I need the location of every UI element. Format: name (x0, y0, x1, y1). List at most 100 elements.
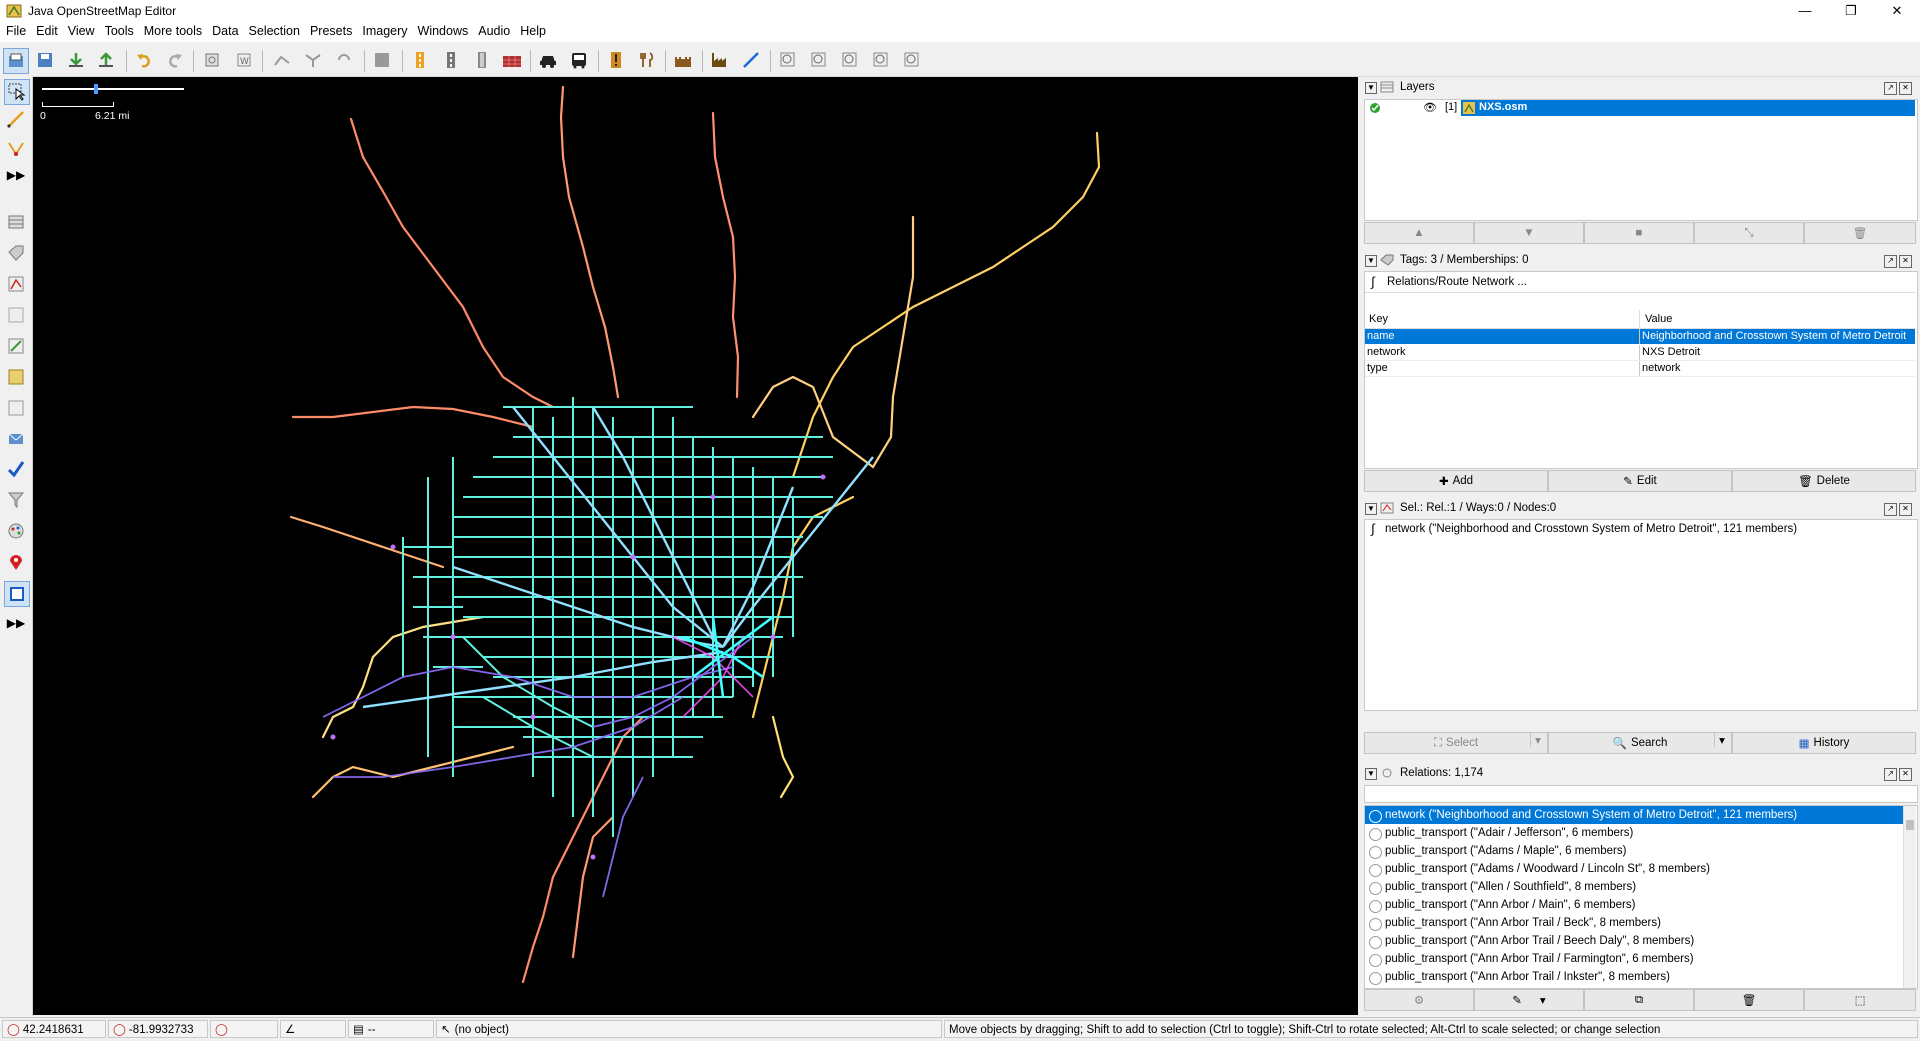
relation-item[interactable]: public_transport ("Ann Arbor Trail / Far… (1365, 950, 1903, 968)
delete-layer-icon[interactable]: 🗑 (1804, 222, 1916, 244)
move-down-icon[interactable]: ▼ (1474, 222, 1584, 244)
menu-edit[interactable]: Edit (30, 22, 62, 42)
menu-help[interactable]: Help (514, 22, 550, 42)
mode-icon[interactable]: W (232, 48, 256, 72)
layer-name-cell[interactable]: NXS.osm (1461, 100, 1915, 116)
draw-mode-icon[interactable] (4, 107, 28, 131)
menu-selection[interactable]: Selection (243, 22, 304, 42)
commands-icon[interactable] (4, 365, 28, 389)
zoom-selection-icon[interactable] (869, 48, 893, 72)
map-paint-style-icon[interactable] (4, 519, 28, 543)
relation-item[interactable]: public_transport ("Allen / Southfield", … (1365, 878, 1903, 896)
menu-view[interactable]: View (62, 22, 99, 42)
layers-toggle-icon[interactable] (4, 210, 28, 234)
upload-icon[interactable] (94, 48, 118, 72)
menu-presets[interactable]: Presets (304, 22, 356, 42)
eye-icon[interactable]: 👁 (1423, 101, 1437, 114)
menu-audio[interactable]: Audio (472, 22, 514, 42)
selection-panel-header[interactable]: ▼ Sel.: Rel.:1 / Ways:0 / Nodes:0 ↗ ✕ (1362, 500, 1918, 518)
reverse-way-icon[interactable] (332, 48, 356, 72)
select-mode-icon[interactable] (4, 79, 30, 105)
delete-relation-icon[interactable]: 🗑 (1694, 989, 1804, 1011)
edit-relation-icon[interactable]: ✎ ▾ (1474, 989, 1584, 1011)
tag-row[interactable]: name Neighborhood and Crosstown System o… (1365, 329, 1915, 344)
panel-dock-close-icon[interactable]: ↗ ✕ (1884, 255, 1912, 268)
area-icon[interactable] (370, 48, 394, 72)
minimize-icon[interactable]: — (1782, 0, 1828, 22)
relation-item[interactable]: public_transport ("Adair / Jefferson", 6… (1365, 824, 1903, 842)
menu-tools[interactable]: Tools (99, 22, 138, 42)
relations-filter-input[interactable] (1364, 785, 1918, 803)
filter-icon[interactable] (4, 488, 28, 512)
panel-dock-close-icon[interactable]: ↗ ✕ (1884, 768, 1912, 781)
menu-windows[interactable]: Windows (412, 22, 473, 42)
menu-imagery[interactable]: Imagery (356, 22, 411, 42)
zoom-layer-icon[interactable] (900, 48, 924, 72)
history-icon[interactable] (4, 396, 28, 420)
redo-icon[interactable] (163, 48, 187, 72)
relation-item[interactable]: public_transport ("Ann Arbor Trail / Ink… (1365, 968, 1903, 986)
user-list-icon[interactable] (4, 303, 28, 327)
download-icon[interactable] (64, 48, 88, 72)
highway-icon[interactable] (408, 48, 432, 72)
more-modes-icon[interactable]: ▶▶ (4, 163, 28, 187)
panel-dock-close-icon[interactable]: ↗ ✕ (1884, 82, 1912, 95)
validator-icon[interactable] (4, 457, 28, 481)
more-dialogs-icon[interactable]: ▶▶ (4, 611, 28, 635)
castle-icon[interactable] (671, 48, 695, 72)
industrial-icon[interactable] (708, 48, 732, 72)
collapse-icon[interactable]: ▼ (1365, 768, 1377, 780)
layers-panel-header[interactable]: ▼ Layers ↗ ✕ (1362, 79, 1918, 97)
collapse-icon[interactable]: ▼ (1365, 503, 1377, 515)
tag-row[interactable]: network NXS Detroit (1365, 345, 1915, 361)
track-icon[interactable] (470, 48, 494, 72)
relation-item[interactable]: public_transport ("Ann Arbor Trail / Bee… (1365, 932, 1903, 950)
move-up-icon[interactable]: ▲ (1364, 222, 1474, 244)
tags-toggle-icon[interactable] (4, 241, 28, 265)
history-button[interactable]: ▦ History (1732, 732, 1916, 754)
select-members-icon[interactable]: ⬚ (1804, 989, 1916, 1011)
poi-icon[interactable] (604, 48, 628, 72)
bus-icon[interactable] (567, 48, 591, 72)
close-icon[interactable]: ✕ (1874, 0, 1920, 22)
relations-scrollbar[interactable] (1903, 806, 1916, 988)
tags-panel-header[interactable]: ▼ Tags: 3 / Memberships: 0 ↗ ✕ (1362, 252, 1918, 270)
duplicate-relation-icon[interactable]: ⧉ (1584, 989, 1694, 1011)
relation-item[interactable]: public_transport ("Adams / Woodward / Li… (1365, 860, 1903, 878)
car-icon[interactable] (536, 48, 560, 72)
combine-way-icon[interactable] (301, 48, 325, 72)
edit-tag-button[interactable]: ✎ Edit (1548, 470, 1732, 492)
restore-icon[interactable]: ❐ (1828, 0, 1874, 22)
menu-data[interactable]: Data (206, 22, 242, 42)
relation-item[interactable]: public_transport ("Ann Arbor / Main", 6 … (1365, 896, 1903, 914)
layer-row[interactable]: 👁 [1] NXS.osm (1365, 100, 1915, 116)
preferences-icon[interactable] (200, 48, 224, 72)
undo-icon[interactable] (132, 48, 156, 72)
split-way-icon[interactable] (270, 48, 294, 72)
save-icon[interactable] (33, 48, 57, 72)
toggle-visibility-icon[interactable]: ⤡ (1694, 222, 1804, 244)
relation-preset-header[interactable]: ∫ Relations/Route Network ... (1365, 272, 1915, 293)
zoom-out-icon[interactable] (807, 48, 831, 72)
selection-toggle-icon[interactable] (4, 272, 28, 296)
conflict-icon[interactable] (4, 334, 28, 358)
relation-item[interactable]: public_transport ("Adams / Maple", 6 mem… (1365, 842, 1903, 860)
relation-item[interactable]: public_transport ("Ann Arbor Trail / Bec… (1365, 914, 1903, 932)
changeset-icon[interactable] (4, 427, 28, 451)
menu-more-tools[interactable]: More tools (138, 22, 206, 42)
tag-row[interactable]: type network (1365, 361, 1915, 377)
road-icon[interactable] (439, 48, 463, 72)
add-tag-button[interactable]: ✚ Add (1364, 470, 1548, 492)
layer-visible-check-icon[interactable] (1369, 102, 1381, 114)
collapse-icon[interactable]: ▼ (1365, 255, 1377, 267)
selection-item[interactable]: ∫ network ("Neighborhood and Crosstown S… (1365, 520, 1915, 538)
zoom-slider-handle[interactable] (94, 84, 98, 94)
collapse-icon[interactable]: ▼ (1365, 82, 1377, 94)
delete-tag-button[interactable]: 🗑 Delete (1732, 470, 1916, 492)
new-relation-icon[interactable]: ⚙ (1364, 989, 1474, 1011)
relations-panel-header[interactable]: ▼ Relations: 1,174 ↗ ✕ (1362, 765, 1918, 783)
open-file-icon[interactable] (3, 48, 29, 74)
notes-icon[interactable] (4, 550, 28, 574)
building-icon[interactable] (500, 48, 524, 72)
zoom-data-icon[interactable] (838, 48, 862, 72)
